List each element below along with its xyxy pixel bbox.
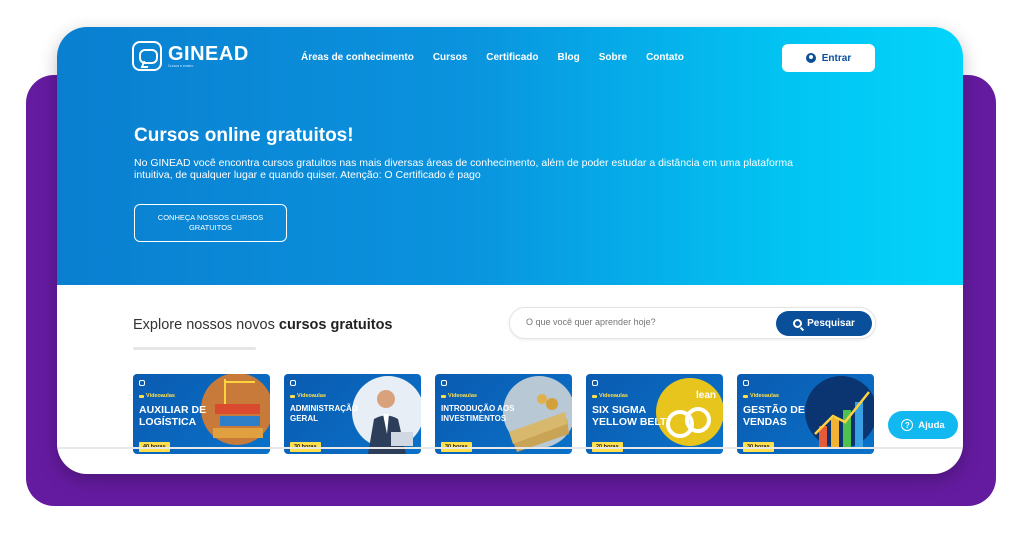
course-card[interactable]: lean Videoaulas SIX SIGMA YELLOW BELT 20… [586, 374, 723, 454]
course-title: ADMINISTRAÇÃO GERAL [290, 404, 358, 423]
svg-text:lean: lean [696, 390, 716, 401]
heading-highlight: cursos gratuitos [278, 317, 393, 333]
logo-name: GINEAD [168, 42, 249, 65]
course-title: SIX SIGMA YELLOW BELT [592, 404, 667, 428]
user-icon [805, 53, 816, 63]
search-icon [793, 319, 803, 328]
hero-section: GINEAD Cursos e ensino Áreas de conhecim… [57, 27, 963, 285]
question-icon: ? [901, 419, 914, 431]
course-title: AUXILIAR DE LOGÍSTICA [139, 404, 207, 428]
camera-icon [441, 394, 446, 398]
course-card[interactable]: Videoaulas GESTÃO DE VENDAS 30 horas [737, 374, 874, 454]
video-badge: Videoaulas [743, 393, 779, 399]
brand-icon [290, 380, 296, 386]
search-button-label: Pesquisar [807, 318, 855, 329]
course-card[interactable]: Videoaulas INTRODUÇÃO AOS INVESTIMENTOS … [435, 374, 572, 454]
bottom-divider [57, 447, 963, 449]
section-heading: Explore nossos novos cursos gratuitos [133, 317, 393, 333]
brand-icon [441, 380, 447, 386]
main-nav: Áreas de conhecimento Cursos Certificado… [301, 52, 684, 63]
camera-icon [743, 394, 748, 398]
camera-icon [290, 394, 295, 398]
chat-icon [132, 41, 162, 71]
search-input[interactable] [526, 317, 756, 327]
nav-areas[interactable]: Áreas de conhecimento [301, 52, 414, 63]
search-bar: Pesquisar [509, 307, 876, 339]
browser-window: GINEAD Cursos e ensino Áreas de conhecim… [57, 27, 963, 474]
logo[interactable]: GINEAD Cursos e ensino [132, 41, 249, 71]
login-label: Entrar [821, 52, 852, 64]
course-list: Videoaulas AUXILIAR DE LOGÍSTICA 40 hora… [133, 374, 874, 454]
brand-icon [592, 380, 598, 386]
course-title: INTRODUÇÃO AOS INVESTIMENTOS [441, 404, 515, 423]
video-badge: Videoaulas [139, 393, 175, 399]
hero-description: No GINEAD você encontra cursos gratuitos… [134, 157, 793, 181]
login-button[interactable]: Entrar [782, 44, 875, 72]
nav-sobre[interactable]: Sobre [599, 52, 627, 63]
brand-icon [743, 380, 749, 386]
camera-icon [139, 394, 144, 398]
logo-tagline: Cursos e ensino [168, 63, 194, 68]
search-button[interactable]: Pesquisar [776, 311, 872, 336]
nav-cursos[interactable]: Cursos [433, 52, 467, 63]
course-title: GESTÃO DE VENDAS [743, 404, 805, 428]
help-label: Ajuda [918, 419, 945, 431]
brand-icon [139, 380, 145, 386]
camera-icon [592, 394, 597, 398]
course-card[interactable]: Videoaulas AUXILIAR DE LOGÍSTICA 40 hora… [133, 374, 270, 454]
cta-button[interactable]: CONHEÇA NOSSOS CURSOS GRATUITOS [134, 204, 287, 242]
hero-title: Cursos online gratuitos! [134, 125, 354, 146]
nav-contato[interactable]: Contato [646, 52, 684, 63]
course-card[interactable]: Videoaulas ADMINISTRAÇÃO GERAL 30 horas [284, 374, 421, 454]
help-button[interactable]: ? Ajuda [888, 411, 958, 439]
video-badge: Videoaulas [592, 393, 628, 399]
video-badge: Videoaulas [441, 393, 477, 399]
nav-blog[interactable]: Blog [558, 52, 580, 63]
heading-prefix: Explore nossos novos [133, 317, 275, 333]
heading-underline [133, 347, 256, 350]
video-badge: Videoaulas [290, 393, 326, 399]
nav-certificado[interactable]: Certificado [486, 52, 538, 63]
